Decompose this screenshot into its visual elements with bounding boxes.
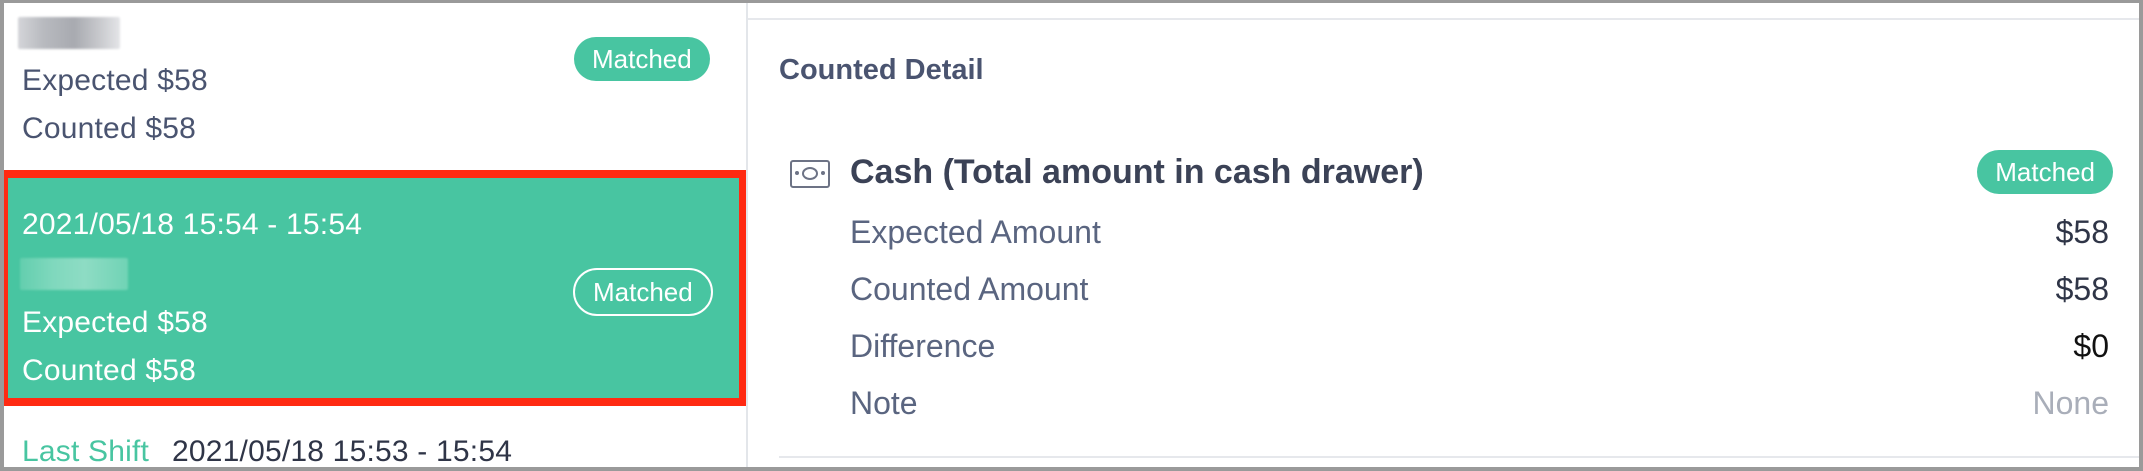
window-frame bbox=[0, 0, 2143, 471]
